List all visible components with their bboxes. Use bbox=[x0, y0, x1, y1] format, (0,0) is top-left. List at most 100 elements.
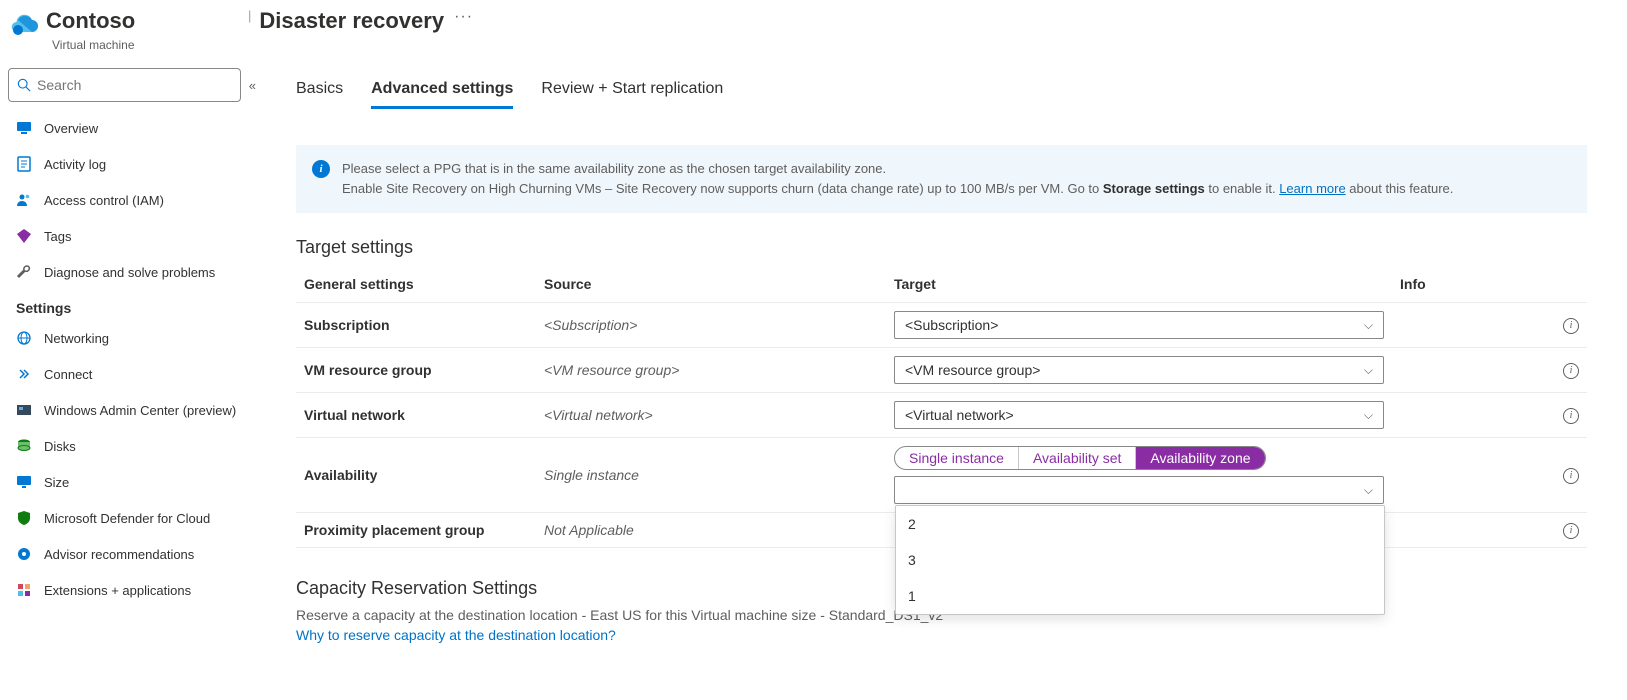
label-rg: VM resource group bbox=[296, 348, 536, 393]
sidebar-item-connect[interactable]: Connect bbox=[8, 356, 250, 392]
sidebar-item-label: Size bbox=[44, 475, 69, 490]
capacity-link[interactable]: Why to reserve capacity at the destinati… bbox=[296, 627, 1587, 643]
sidebar-item-label: Tags bbox=[44, 229, 71, 244]
sidebar-search[interactable] bbox=[8, 68, 241, 102]
info-line2b: to enable it. bbox=[1205, 181, 1279, 196]
row-virtual-network: Virtual network <Virtual network> <Virtu… bbox=[296, 393, 1587, 438]
sidebar: « Overview Activity log Access control (… bbox=[0, 60, 256, 700]
sidebar-item-label: Disks bbox=[44, 439, 76, 454]
wrench-icon bbox=[16, 264, 32, 280]
availability-zone-dropdown: 2 3 1 bbox=[895, 505, 1385, 615]
search-input[interactable] bbox=[37, 77, 232, 93]
src-subscription: <Subscription> bbox=[536, 303, 886, 348]
info-subscription-icon[interactable]: i bbox=[1563, 318, 1579, 334]
label-subscription: Subscription bbox=[296, 303, 536, 348]
availability-segmented: Single instance Availability set Availab… bbox=[894, 446, 1266, 470]
connect-icon bbox=[16, 366, 32, 382]
sidebar-item-activity-log[interactable]: Activity log bbox=[8, 146, 250, 182]
sidebar-item-size[interactable]: Size bbox=[8, 464, 250, 500]
info-learn-more-link[interactable]: Learn more bbox=[1279, 181, 1345, 196]
seg-single-instance[interactable]: Single instance bbox=[895, 447, 1019, 469]
row-availability: Availability Single instance Single inst… bbox=[296, 438, 1587, 513]
src-ppg: Not Applicable bbox=[536, 513, 886, 548]
sidebar-item-advisor[interactable]: Advisor recommendations bbox=[8, 536, 250, 572]
sidebar-item-disks[interactable]: Disks bbox=[8, 428, 250, 464]
info-icon: i bbox=[312, 160, 330, 178]
sidebar-item-label: Connect bbox=[44, 367, 92, 382]
col-header-source: Source bbox=[536, 266, 886, 303]
zone-option-1[interactable]: 1 bbox=[896, 578, 1384, 614]
sidebar-item-wac[interactable]: Windows Admin Center (preview) bbox=[8, 392, 250, 428]
wac-icon bbox=[16, 402, 32, 418]
brand-name: Contoso bbox=[46, 8, 135, 34]
tab-advanced-settings[interactable]: Advanced settings bbox=[371, 80, 513, 109]
zone-option-3[interactable]: 3 bbox=[896, 542, 1384, 578]
info-banner: i Please select a PPG that is in the sam… bbox=[296, 145, 1587, 213]
sidebar-item-label: Windows Admin Center (preview) bbox=[44, 403, 236, 418]
network-icon bbox=[16, 330, 32, 346]
select-availability-zone[interactable]: ⌵ 2 3 1 bbox=[894, 476, 1384, 504]
col-header-target: Target bbox=[886, 266, 1392, 303]
tag-icon bbox=[16, 228, 32, 244]
more-actions[interactable]: ··· bbox=[454, 8, 473, 26]
title-separator: | bbox=[248, 8, 251, 23]
col-header-info: Info bbox=[1392, 266, 1587, 303]
src-rg: <VM resource group> bbox=[536, 348, 886, 393]
people-icon bbox=[16, 192, 32, 208]
sidebar-item-diagnose[interactable]: Diagnose and solve problems bbox=[8, 254, 250, 290]
chevron-down-icon: ⌵ bbox=[1364, 408, 1373, 423]
info-storage-settings: Storage settings bbox=[1103, 181, 1205, 196]
page-title: Disaster recovery bbox=[259, 8, 444, 34]
info-rg-icon[interactable]: i bbox=[1563, 363, 1579, 379]
label-availability: Availability bbox=[296, 438, 536, 513]
chevron-down-icon: ⌵ bbox=[1364, 483, 1373, 498]
info-vnet-icon[interactable]: i bbox=[1563, 408, 1579, 424]
label-vnet: Virtual network bbox=[296, 393, 536, 438]
collapse-sidebar-button[interactable]: « bbox=[249, 78, 256, 93]
info-line1: Please select a PPG that is in the same … bbox=[342, 161, 886, 176]
size-icon bbox=[16, 474, 32, 490]
tab-basics[interactable]: Basics bbox=[296, 80, 343, 109]
sidebar-item-label: Activity log bbox=[44, 157, 106, 172]
sidebar-heading-settings: Settings bbox=[8, 290, 250, 320]
sidebar-item-label: Access control (IAM) bbox=[44, 193, 164, 208]
log-icon bbox=[16, 156, 32, 172]
sidebar-item-label: Extensions + applications bbox=[44, 583, 191, 598]
tab-review-start[interactable]: Review + Start replication bbox=[541, 80, 723, 109]
sidebar-item-tags[interactable]: Tags bbox=[8, 218, 250, 254]
select-vnet[interactable]: <Virtual network>⌵ bbox=[894, 401, 1384, 429]
src-availability: Single instance bbox=[536, 438, 886, 513]
chevron-down-icon: ⌵ bbox=[1364, 363, 1373, 378]
sidebar-item-label: Networking bbox=[44, 331, 109, 346]
info-line2c: about this feature. bbox=[1346, 181, 1454, 196]
select-rg[interactable]: <VM resource group>⌵ bbox=[894, 356, 1384, 384]
info-availability-icon[interactable]: i bbox=[1563, 468, 1579, 484]
disks-icon bbox=[16, 438, 32, 454]
shield-icon bbox=[16, 510, 32, 526]
seg-availability-zone[interactable]: Availability zone bbox=[1136, 447, 1264, 469]
cloud-vm-icon bbox=[8, 10, 40, 42]
zone-option-2[interactable]: 2 bbox=[896, 506, 1384, 542]
select-subscription[interactable]: <Subscription>⌵ bbox=[894, 311, 1384, 339]
sidebar-item-label: Advisor recommendations bbox=[44, 547, 194, 562]
seg-availability-set[interactable]: Availability set bbox=[1019, 447, 1136, 469]
target-settings-title: Target settings bbox=[296, 237, 1587, 258]
sidebar-item-extensions[interactable]: Extensions + applications bbox=[8, 572, 250, 608]
info-line2a: Enable Site Recovery on High Churning VM… bbox=[342, 181, 1103, 196]
tabs: Basics Advanced settings Review + Start … bbox=[296, 80, 1587, 109]
advisor-icon bbox=[16, 546, 32, 562]
sidebar-item-overview[interactable]: Overview bbox=[8, 110, 250, 146]
monitor-icon bbox=[16, 120, 32, 136]
chevron-down-icon: ⌵ bbox=[1364, 318, 1373, 333]
src-vnet: <Virtual network> bbox=[536, 393, 886, 438]
info-ppg-icon[interactable]: i bbox=[1563, 523, 1579, 539]
row-subscription: Subscription <Subscription> <Subscriptio… bbox=[296, 303, 1587, 348]
sidebar-item-access-control[interactable]: Access control (IAM) bbox=[8, 182, 250, 218]
sidebar-item-defender[interactable]: Microsoft Defender for Cloud bbox=[8, 500, 250, 536]
sidebar-item-label: Diagnose and solve problems bbox=[44, 265, 215, 280]
sidebar-item-networking[interactable]: Networking bbox=[8, 320, 250, 356]
target-settings-table: General settings Source Target Info Subs… bbox=[296, 266, 1587, 548]
sidebar-item-label: Overview bbox=[44, 121, 98, 136]
col-header-general: General settings bbox=[296, 266, 536, 303]
row-resource-group: VM resource group <VM resource group> <V… bbox=[296, 348, 1587, 393]
